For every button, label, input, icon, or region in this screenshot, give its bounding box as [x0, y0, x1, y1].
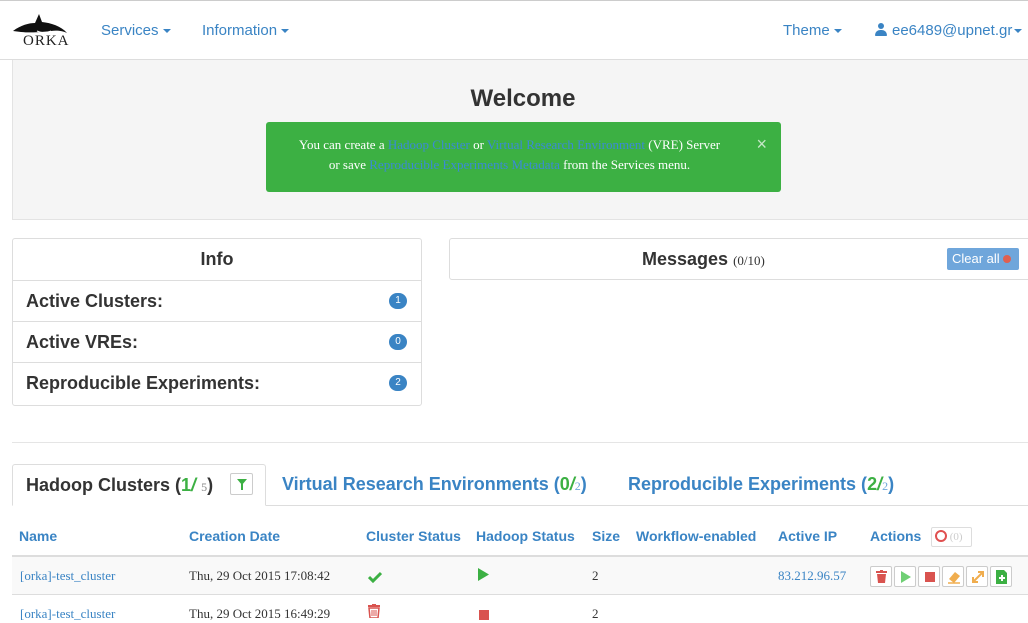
count-badge: 0 — [389, 334, 407, 350]
messages-title-text: Messages — [642, 249, 729, 269]
tab-paren: ) — [580, 474, 587, 494]
cluster-name-link[interactable]: [orka]-test_cluster — [20, 568, 115, 584]
eraser-icon — [948, 572, 960, 584]
messages-panel: Messages (0/10) Clear all — [449, 238, 1028, 280]
cluster-size: 2 — [592, 568, 599, 583]
format-button[interactable] — [942, 566, 964, 587]
check-icon — [367, 570, 383, 586]
close-circle-icon — [935, 530, 947, 542]
trash-icon — [876, 570, 887, 583]
alert-text: or — [469, 137, 487, 152]
services-menu[interactable]: Services — [101, 22, 171, 39]
start-button[interactable] — [894, 566, 916, 587]
info-row-label: Active Clusters: — [26, 291, 164, 311]
info-row-active-vres: Active VREs: 0 — [13, 322, 421, 363]
count-badge: 2 — [389, 375, 407, 391]
navbar: ORKA Services Information Theme ee6489@u… — [0, 0, 1028, 60]
column-header-workflow-enabled[interactable]: Workflow-enabled — [636, 528, 756, 544]
info-panel: Info Active Clusters: 1 Active VREs: 0 R… — [12, 238, 422, 406]
stop-icon — [925, 572, 935, 582]
count-badge: 1 — [389, 293, 407, 309]
chevron-down-icon — [281, 29, 290, 34]
hadoop-cluster-link[interactable]: Hadoop Cluster — [388, 137, 470, 152]
chevron-down-icon — [1014, 29, 1023, 34]
tab-active-count: 2 — [867, 474, 878, 494]
info-alert: You can create a Hadoop Cluster or Virtu… — [266, 122, 781, 192]
cluster-name-link[interactable]: [orka]-test_cluster — [20, 606, 115, 622]
stop-icon — [479, 607, 489, 623]
tab-vres[interactable]: Virtual Research Environments (0/2) — [282, 464, 587, 506]
alert-text: from the Services menu. — [559, 157, 691, 172]
trash-icon — [368, 604, 380, 621]
tab-label: Virtual Research Environments ( — [282, 474, 560, 494]
theme-menu[interactable]: Theme — [783, 22, 842, 39]
tab-active-count: 0 — [559, 474, 570, 494]
user-label: ee6489@upnet.gr — [892, 22, 1013, 39]
welcome-title: Welcome — [470, 85, 576, 112]
column-header-actions: Actions — [870, 528, 922, 544]
user-icon — [875, 23, 887, 36]
tab-hadoop-clusters[interactable]: Hadoop Clusters (1/ 5) — [12, 464, 266, 506]
add-node-button[interactable] — [990, 566, 1012, 587]
chevron-down-icon — [162, 29, 171, 34]
tab-label: Reproducible Experiments ( — [628, 474, 868, 494]
theme-label: Theme — [783, 22, 830, 39]
scale-button[interactable] — [966, 566, 988, 587]
user-menu[interactable]: ee6489@upnet.gr — [875, 22, 1023, 39]
info-title: Info — [13, 239, 421, 281]
clear-all-button[interactable]: Clear all — [947, 248, 1019, 270]
brand-text: ORKA — [23, 33, 70, 47]
chevron-down-icon — [833, 29, 842, 34]
clear-all-label: Clear all — [952, 251, 1000, 266]
delete-button[interactable] — [870, 566, 892, 587]
creation-date: Thu, 29 Oct 2015 16:49:29 — [189, 606, 331, 621]
column-header-size[interactable]: Size — [592, 528, 620, 544]
table-row: [orka]-test_cluster Thu, 29 Oct 2015 16:… — [12, 595, 1028, 623]
column-header-creation-date[interactable]: Creation Date — [189, 528, 280, 544]
cluster-size: 2 — [592, 606, 599, 621]
info-row-label: Active VREs: — [26, 332, 139, 352]
column-header-name[interactable]: Name — [19, 528, 57, 544]
add-file-icon — [996, 570, 1007, 584]
column-header-hadoop-status[interactable]: Hadoop Status — [476, 528, 575, 544]
services-label: Services — [101, 22, 159, 39]
column-header-active-ip[interactable]: Active IP — [778, 528, 837, 544]
info-row-label: Reproducible Experiments: — [26, 373, 261, 393]
tab-label: Hadoop Clusters ( — [26, 475, 182, 495]
play-icon — [478, 568, 489, 584]
welcome-panel: Welcome You can create a Hadoop Cluster … — [12, 60, 1028, 220]
close-circle-icon — [1002, 255, 1011, 263]
information-label: Information — [202, 22, 278, 39]
active-ip-link[interactable]: 83.212.96.57 — [778, 568, 846, 584]
alert-text: (VRE) Server — [644, 137, 721, 152]
tab-slash: / — [191, 475, 197, 495]
creation-date: Thu, 29 Oct 2015 17:08:42 — [189, 568, 331, 583]
resize-icon — [972, 571, 984, 583]
selected-actions-button[interactable]: (0) — [931, 527, 972, 547]
alert-text: or save — [328, 157, 370, 172]
close-icon[interactable]: × — [756, 134, 767, 154]
tab-active-count: 1 — [181, 475, 192, 495]
tab-paren: ) — [207, 475, 214, 495]
tab-paren: ) — [888, 474, 895, 494]
column-header-cluster-status[interactable]: Cluster Status — [366, 528, 461, 544]
info-row-active-clusters: Active Clusters: 1 — [13, 281, 421, 322]
tab-reproducible-experiments[interactable]: Reproducible Experiments (2/2) — [628, 464, 894, 506]
messages-title: Messages (0/10) — [642, 239, 765, 281]
stop-button[interactable] — [918, 566, 940, 587]
actions-count: (0) — [949, 531, 963, 543]
play-icon — [901, 571, 911, 583]
metadata-link[interactable]: Reproducible Experiments Metadata — [369, 157, 560, 172]
information-menu[interactable]: Information — [202, 22, 290, 39]
orka-logo[interactable]: ORKA — [11, 11, 73, 47]
messages-count: (0/10) — [733, 253, 765, 268]
divider — [12, 442, 1028, 443]
alert-text: You can create a — [298, 137, 388, 152]
table-row: [orka]-test_cluster Thu, 29 Oct 2015 17:… — [12, 557, 1028, 595]
vre-link[interactable]: Virtual Research Environment — [487, 137, 645, 152]
filter-icon[interactable] — [230, 473, 254, 496]
info-row-reproducible-experiments: Reproducible Experiments: 2 — [13, 363, 421, 404]
